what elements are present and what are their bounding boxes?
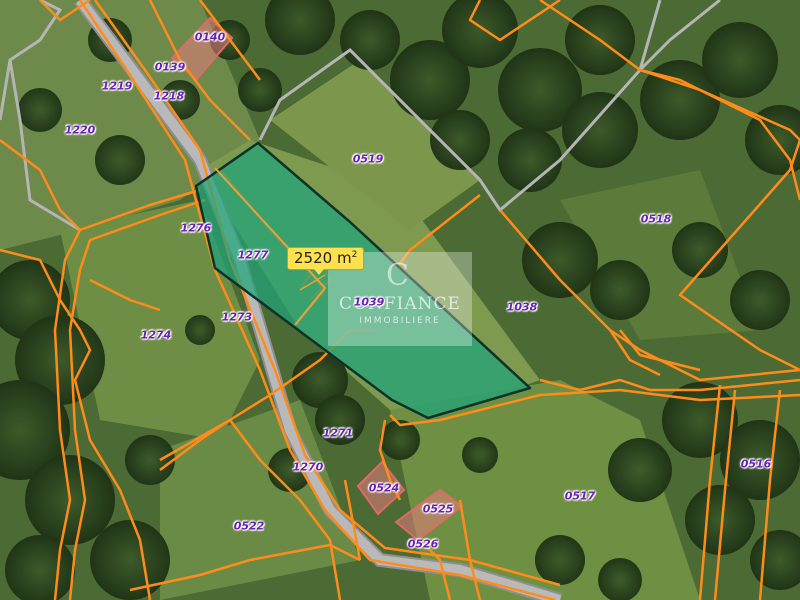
parcel-label[interactable]: 1273: [222, 311, 253, 324]
parcel-label[interactable]: 0517: [565, 490, 596, 503]
parcel-label[interactable]: 0140: [195, 31, 226, 44]
parcel-label[interactable]: 1218: [154, 90, 185, 103]
area-measurement-badge: 2520 m2: [287, 247, 365, 275]
area-unit: m: [336, 249, 352, 267]
watermark-logo: C: [386, 258, 409, 293]
parcel-label[interactable]: 1039: [354, 296, 385, 309]
area-value: 2520: [294, 249, 333, 267]
parcel-label[interactable]: 1274: [141, 329, 172, 342]
parcel-label[interactable]: 0526: [408, 538, 439, 551]
cadastral-map[interactable]: C CONFIANCE IMMOBILIERE 2520 m2 0140 013…: [0, 0, 800, 600]
parcel-label[interactable]: 1219: [102, 80, 133, 93]
parcel-label[interactable]: 1270: [293, 461, 324, 474]
parcel-label[interactable]: 1038: [507, 301, 538, 314]
parcel-label[interactable]: 1271: [323, 427, 354, 440]
parcel-label[interactable]: 0139: [155, 61, 186, 74]
parcel-label[interactable]: 0524: [369, 482, 400, 495]
parcel-label[interactable]: 0519: [353, 153, 384, 166]
parcel-label[interactable]: 1220: [65, 124, 96, 137]
parcel-label[interactable]: 0522: [234, 520, 265, 533]
area-unit-exponent: 2: [351, 250, 358, 260]
parcel-label[interactable]: 1277: [238, 249, 269, 262]
watermark-subtitle: IMMOBILIERE: [359, 316, 441, 326]
parcel-label[interactable]: 0525: [423, 503, 454, 516]
parcel-label[interactable]: 1276: [181, 222, 212, 235]
parcel-label[interactable]: 0518: [641, 213, 672, 226]
watermark-title: CONFIANCE: [339, 294, 461, 314]
parcel-label[interactable]: 0516: [741, 458, 772, 471]
